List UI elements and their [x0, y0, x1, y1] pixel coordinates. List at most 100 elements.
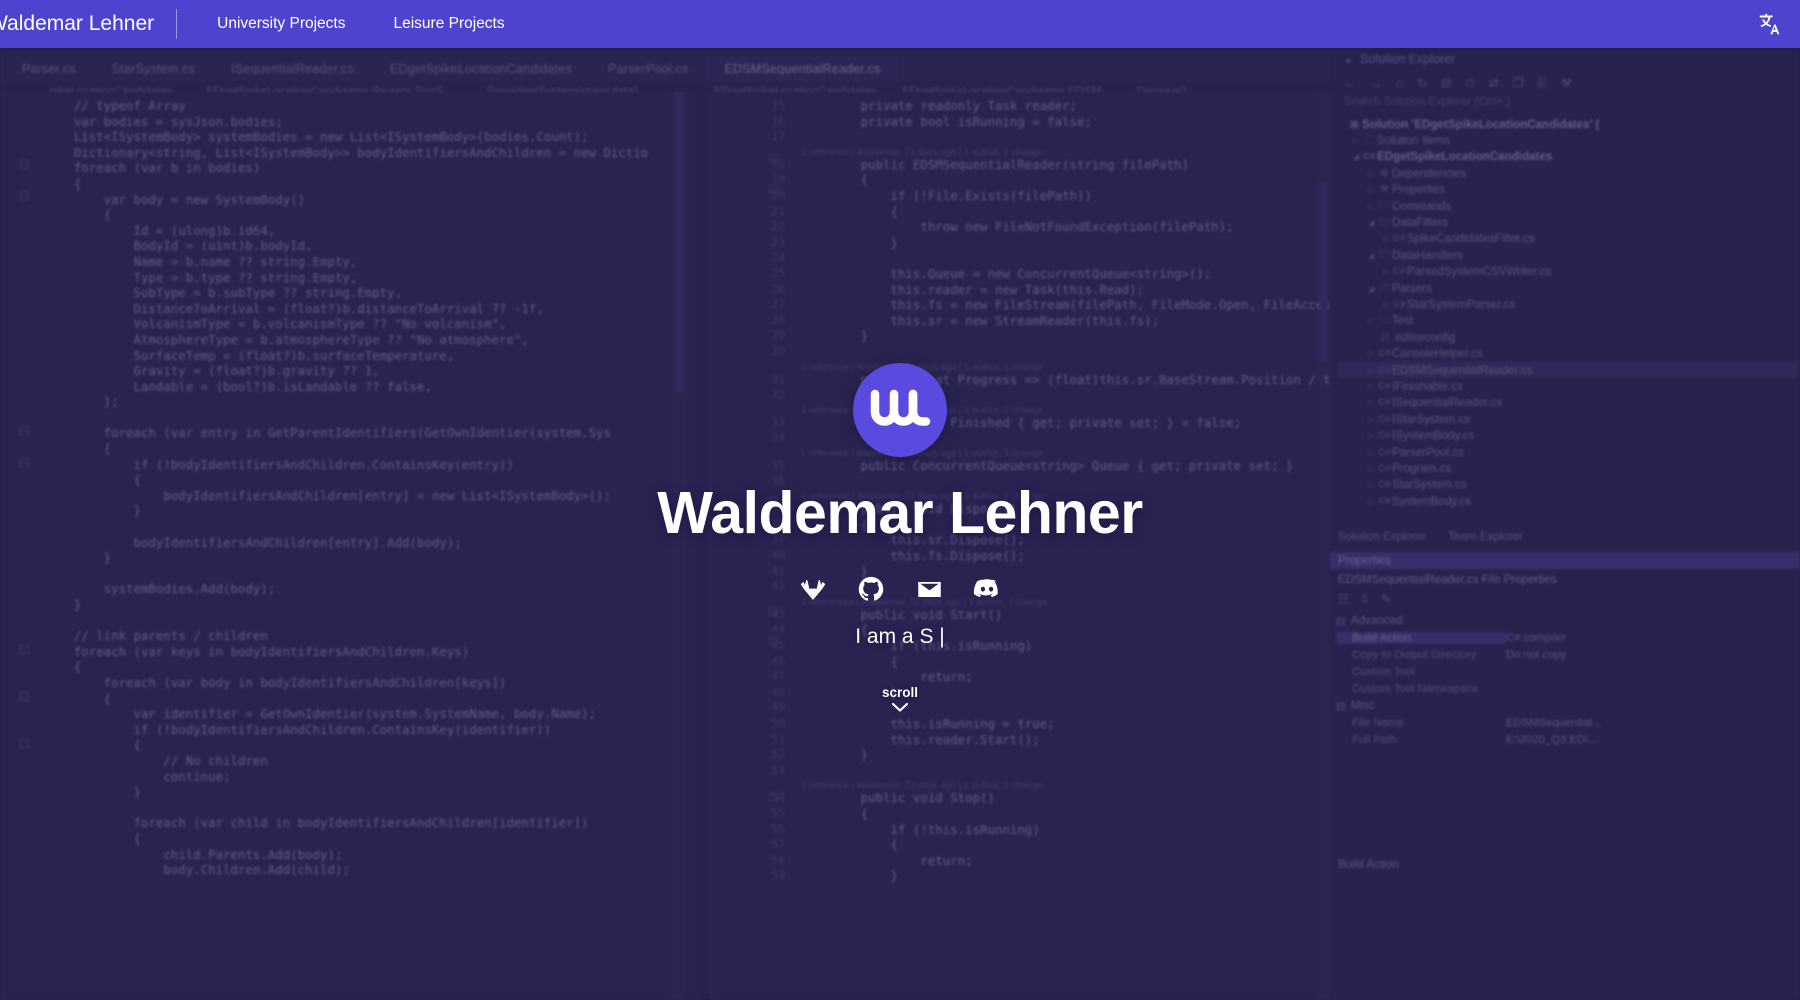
code-line[interactable]: return;: [711, 669, 972, 685]
expanded-twisty-icon[interactable]: ◢: [1368, 218, 1377, 227]
collapsed-twisty-icon[interactable]: ▷: [1368, 497, 1377, 506]
editor-tab-4[interactable]: ParserPool.cs: [590, 62, 706, 76]
code-line[interactable]: public void Dispose(): [711, 501, 1018, 517]
dock-tab-1[interactable]: Team Explorer: [1448, 530, 1523, 543]
editor-tab-1[interactable]: StarSystem.cs: [94, 62, 213, 76]
property-row[interactable]: Build Action C# compiler: [1336, 629, 1796, 646]
property-category[interactable]: ⊟ Advanced: [1336, 612, 1796, 629]
collapsed-twisty-icon[interactable]: ▷: [1368, 480, 1377, 489]
tree-item[interactable]: ▷ ⚒ Properties: [1338, 182, 1798, 198]
home-icon[interactable]: ⌂: [1396, 76, 1403, 90]
show-all-files-icon[interactable]: ❐: [1513, 76, 1524, 90]
tree-item[interactable]: ◢ 🗁 DataFilters: [1338, 214, 1798, 230]
code-line[interactable]: this.isRunning = true;: [711, 716, 1055, 732]
tree-item[interactable]: ▷ C# ParserPool.cs: [1338, 444, 1798, 460]
collapsed-twisty-icon[interactable]: ▷: [1368, 349, 1377, 358]
tree-item[interactable]: ▷ C# StarSystem.cs: [1338, 477, 1798, 493]
code-line[interactable]: this.sr = new StreamReader(this.fs);: [711, 313, 1160, 329]
property-value[interactable]: C# compiler: [1506, 632, 1566, 644]
code-line[interactable]: {: [711, 517, 868, 533]
properties-page-icon[interactable]: ✎: [1381, 592, 1391, 606]
tree-item[interactable]: ◢ C# EDgetSpikeLocationCandidates: [1338, 149, 1798, 165]
collapse-icon[interactable]: ⊟: [1441, 76, 1451, 90]
property-row[interactable]: File Name EDSMSequential...: [1336, 714, 1796, 731]
dock-tab-0[interactable]: Solution Explorer: [1338, 530, 1426, 543]
collapse-toggle-icon[interactable]: ⊟: [1336, 699, 1346, 713]
scrollbar-thumb[interactable]: [1319, 182, 1328, 362]
code-line[interactable]: {: [711, 172, 868, 188]
sync-icon[interactable]: ⇄: [1489, 76, 1499, 90]
alphabetical-icon[interactable]: ⇩: [1360, 592, 1370, 606]
tree-item[interactable]: ▣ Solution 'EDgetSpikeLocationCandidates'…: [1338, 116, 1798, 132]
properties-icon[interactable]: ⎘: [1538, 76, 1548, 91]
chevron-down-icon[interactable]: ▼: [1344, 56, 1353, 66]
expanded-twisty-icon[interactable]: ◢: [1368, 251, 1377, 260]
code-line[interactable]: {: [711, 806, 868, 822]
pending-changes-icon[interactable]: ⏱: [1465, 76, 1474, 91]
tree-item[interactable]: ▷ C# ISequentialReader.cs: [1338, 395, 1798, 411]
nav-link-1[interactable]: Leisure Projects: [393, 15, 504, 33]
editor-pane-left[interactable]: − − − − − − − // typeof Array var bodies…: [0, 92, 700, 1000]
collapsed-twisty-icon[interactable]: ▷: [1368, 169, 1377, 178]
properties-toolbar[interactable]: ☷ ⇩ ✎: [1338, 592, 1391, 606]
collapsed-twisty-icon[interactable]: ▷: [1368, 398, 1377, 407]
collapsed-twisty-icon[interactable]: ▷: [1368, 415, 1377, 424]
code-line[interactable]: this.sr.Dispose();: [711, 532, 1025, 548]
code-line[interactable]: {: [711, 204, 898, 220]
code-line[interactable]: {: [711, 837, 898, 853]
brand-title[interactable]: Waldemar Lehner: [0, 12, 176, 36]
right-dock-panel[interactable]: ▼ Solution Explorer ← → ⌂ ↻ ⊟ ⏱ ⇄ ❐ ⎘ ⚒ Search So…: [1330, 50, 1800, 1000]
code-line[interactable]: return;: [711, 853, 972, 869]
code-line[interactable]: }: [711, 328, 868, 344]
collapsed-twisty-icon[interactable]: ▷: [1383, 267, 1392, 276]
code-line[interactable]: this.fs = new FileStream(filePath, FileM…: [711, 297, 1330, 313]
tree-item[interactable]: ▷ C# EDSMSequentialReader.cs: [1338, 361, 1798, 379]
editor-pane-right[interactable]: − − − − − − 15 private readonly Task rea…: [710, 92, 1330, 1000]
nav-link-0[interactable]: University Projects: [217, 15, 345, 33]
discord-icon[interactable]: [973, 575, 1001, 603]
code-line[interactable]: public ConcurrentQueue<string> Queue { g…: [711, 458, 1294, 474]
editor-tab-5[interactable]: EDSMSequentialReader.cs: [706, 56, 899, 82]
tree-item[interactable]: ▷ 🗀 Commands: [1338, 198, 1798, 214]
tree-item[interactable]: ▷ C# IStarSystem.cs: [1338, 411, 1798, 427]
code-line[interactable]: this.reader = new Task(this.Read);: [711, 282, 1145, 298]
github-icon[interactable]: [857, 575, 885, 603]
property-value[interactable]: EDSMSequential...: [1506, 717, 1601, 729]
expanded-twisty-icon[interactable]: ◢: [1368, 284, 1377, 293]
solution-tree[interactable]: ▣ Solution 'EDgetSpikeLocationCandidates'…: [1338, 116, 1798, 509]
property-row[interactable]: Custom Tool Namespace: [1336, 680, 1796, 697]
tree-item[interactable]: ▷ C# StarSystemParser.cs: [1338, 296, 1798, 312]
gitlab-icon[interactable]: [799, 575, 827, 603]
categorized-icon[interactable]: ☷: [1338, 592, 1349, 606]
editor-scrollbar-left[interactable]: [672, 92, 686, 1000]
collapsed-twisty-icon[interactable]: ▷: [1368, 202, 1377, 211]
collapsed-twisty-icon[interactable]: ▷: [1368, 464, 1377, 473]
property-row[interactable]: Copy to Output Directory Do not copy: [1336, 646, 1796, 663]
collapsed-twisty-icon[interactable]: ▷: [1368, 431, 1377, 440]
editor-tab-3[interactable]: EDgetSpikeLocationCandidates: [372, 62, 590, 76]
tree-item[interactable]: ▷ 🗀 Test: [1338, 313, 1798, 329]
scroll-indicator[interactable]: scroll: [882, 685, 918, 713]
tree-item[interactable]: ◢ 🗁 DataHandlers: [1338, 247, 1798, 263]
code-line[interactable]: throw new FileNotFoundException(filePath…: [711, 219, 1233, 235]
chevron-down-icon[interactable]: [891, 702, 909, 713]
tree-item[interactable]: ▷ C# SpikeCandidatesFilter.cs: [1338, 231, 1798, 247]
code-line[interactable]: }: [711, 685, 898, 701]
code-line[interactable]: private readonly Task reader;: [711, 98, 1077, 114]
scrollbar-thumb[interactable]: [675, 92, 684, 392]
code-line[interactable]: public void Start(): [711, 607, 1003, 623]
code-line[interactable]: }: [711, 868, 898, 884]
code-line[interactable]: this.Queue = new ConcurrentQueue<string>…: [711, 266, 1212, 282]
collapsed-twisty-icon[interactable]: ▷: [1368, 316, 1377, 325]
code-line[interactable]: }: [711, 747, 868, 763]
collapsed-twisty-icon[interactable]: ▷: [1383, 234, 1392, 243]
tree-item[interactable]: ▷ 🗀 Solution Items: [1338, 132, 1798, 148]
code-line[interactable]: {: [711, 654, 898, 670]
code-line[interactable]: public float Progress => (float)this.sr.…: [711, 372, 1330, 388]
code-line[interactable]: private bool isRunning = false;: [711, 114, 1092, 130]
expanded-twisty-icon[interactable]: ◢: [1353, 152, 1362, 161]
wrench-icon[interactable]: ⚒: [1561, 76, 1572, 90]
collapse-toggle-icon[interactable]: ⊟: [1336, 614, 1346, 628]
collapsed-twisty-icon[interactable]: ▷: [1368, 366, 1377, 375]
code-line[interactable]: }: [711, 235, 898, 251]
